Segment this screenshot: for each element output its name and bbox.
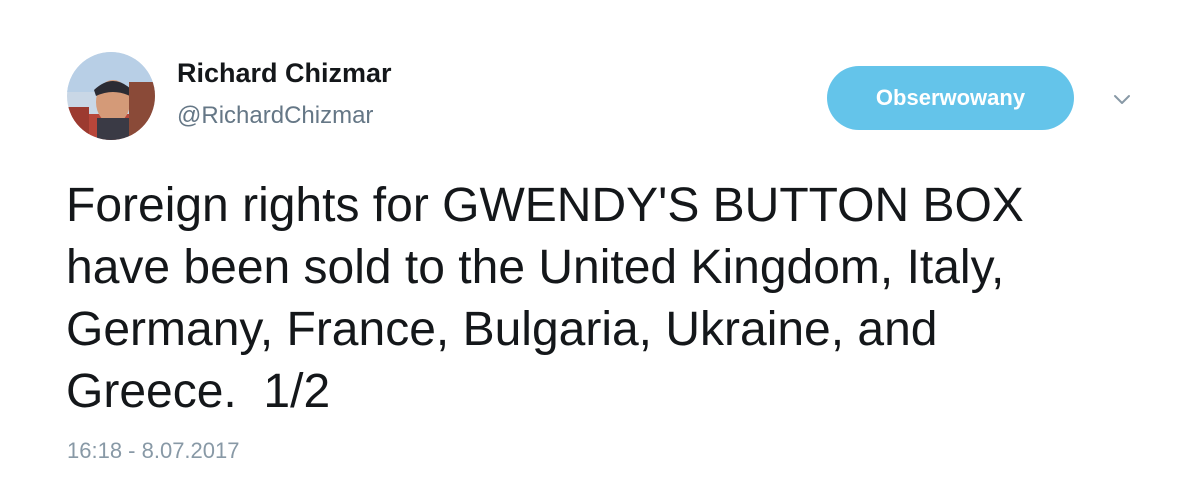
tweet-text: Foreign rights for GWENDY'S BUTTON BOX h… <box>66 175 1166 423</box>
following-button[interactable]: Obserwowany <box>827 66 1074 130</box>
tweet-menu-button[interactable] <box>1108 86 1136 114</box>
avatar[interactable] <box>67 52 155 140</box>
tweet-line: have been sold to the United Kingdom, It… <box>66 241 1005 294</box>
avatar-image <box>67 52 155 140</box>
tweet-card: Richard Chizmar @RichardChizmar Obserwow… <box>0 0 1200 477</box>
tweet-line: Foreign rights for GWENDY'S BUTTON BOX <box>66 179 1024 232</box>
tweet-line: Greece. 1/2 <box>66 365 331 418</box>
display-name[interactable]: Richard Chizmar <box>177 58 392 89</box>
chevron-down-icon <box>1114 95 1130 104</box>
tweet-timestamp[interactable]: 16:18 - 8.07.2017 <box>67 438 239 464</box>
user-handle[interactable]: @RichardChizmar <box>177 102 373 130</box>
tweet-line: Germany, France, Bulgaria, Ukraine, and <box>66 303 938 356</box>
following-button-label: Obserwowany <box>875 85 1026 110</box>
